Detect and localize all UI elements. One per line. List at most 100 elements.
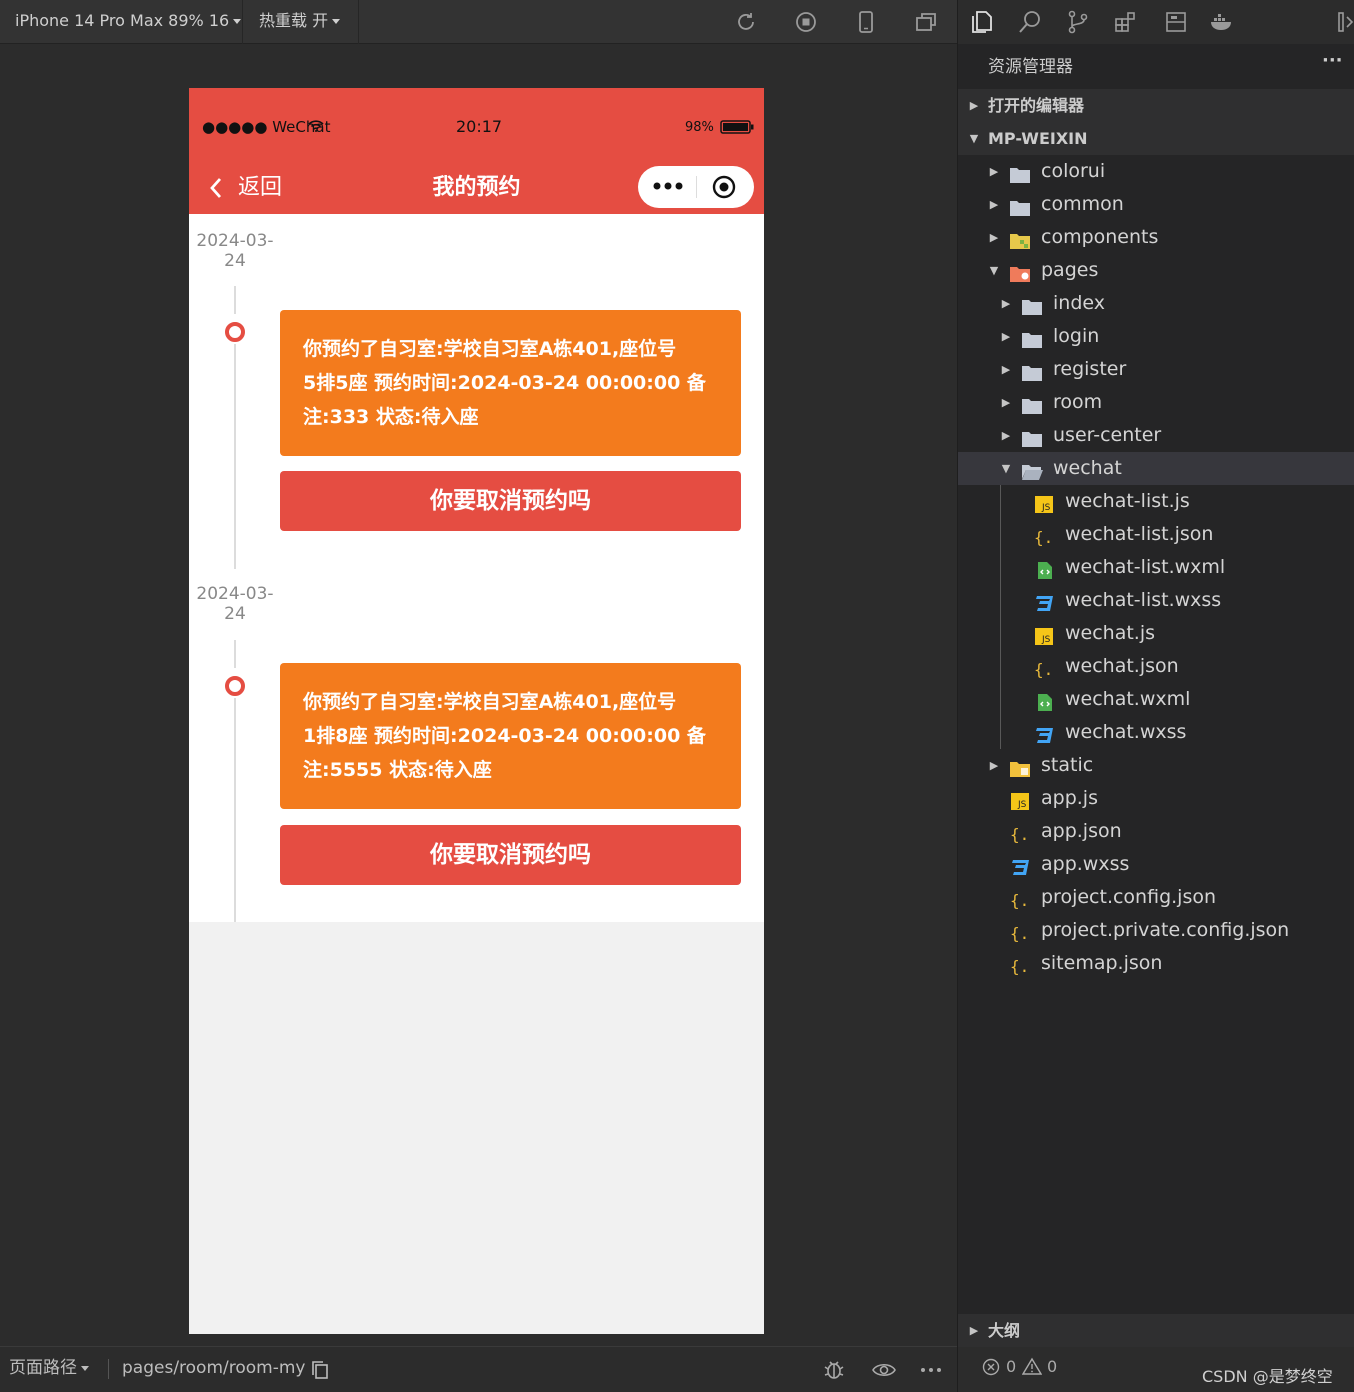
tree-item-user-center[interactable]: ▶ user-center <box>958 419 1354 452</box>
chevron-down-icon <box>233 19 242 24</box>
warning-icon[interactable] <box>1022 1357 1042 1375</box>
pages-folder-icon <box>1009 261 1031 282</box>
storage-icon[interactable] <box>1163 9 1189 35</box>
tree-item-app-js[interactable]: JS app.js <box>958 782 1354 815</box>
close-miniprogram-icon[interactable] <box>712 175 736 199</box>
reservation-card: 你预约了自习室:学校自习室A栋401,座位号 5排5座 预约时间:2024-03… <box>280 310 741 456</box>
json-file-icon: {..} <box>1009 888 1049 910</box>
tree-item-wechat-js[interactable]: JS wechat.js <box>958 617 1354 650</box>
copy-icon[interactable] <box>311 1360 329 1380</box>
chevron-down-icon[interactable]: ▼ <box>988 254 1000 287</box>
tree-item-colorui[interactable]: ▶ colorui <box>958 155 1354 188</box>
eye-icon[interactable] <box>871 1361 897 1379</box>
folder-icon <box>1009 162 1031 183</box>
timeline-dot <box>225 322 245 342</box>
cancel-reservation-button[interactable]: 你要取消预约吗 <box>280 825 741 885</box>
error-count: 0 <box>1006 1357 1017 1376</box>
tree-item-wechat-list-wxml[interactable]: wechat-list.wxml <box>958 551 1354 584</box>
tree-item-pages[interactable]: ▼ pages <box>958 254 1354 287</box>
warning-count: 0 <box>1047 1357 1058 1376</box>
wxss-file-icon <box>1033 723 1055 743</box>
chevron-right-icon: ▶ <box>969 99 979 112</box>
cancel-reservation-button[interactable]: 你要取消预约吗 <box>280 471 741 531</box>
svg-text:JS: JS <box>1041 503 1051 513</box>
outline-section[interactable]: ▶ 大纲 <box>958 1314 1354 1347</box>
json-file-icon: {..} <box>1033 525 1073 547</box>
tree-item-wechat-wxml[interactable]: wechat.wxml <box>958 683 1354 716</box>
docker-icon[interactable] <box>1209 9 1235 35</box>
tree-item-sitemap-json[interactable]: {..} sitemap.json <box>958 947 1354 980</box>
hot-reload-toggle[interactable]: 热重载 开 <box>259 11 341 31</box>
chevron-right-icon[interactable]: ▶ <box>988 221 1000 254</box>
tree-item-wechat-list-wxss[interactable]: wechat-list.wxss <box>958 584 1354 617</box>
chevron-right-icon[interactable]: ▶ <box>988 188 1000 221</box>
tree-item-login[interactable]: ▶ login <box>958 320 1354 353</box>
tree-item-wechat-json[interactable]: {..} wechat.json <box>958 650 1354 683</box>
tree-item-project-config-json[interactable]: {..} project.config.json <box>958 881 1354 914</box>
tree-item-static[interactable]: ▶ static <box>958 749 1354 782</box>
date-line-2: 24 <box>224 604 246 624</box>
reservation-text-line: 5排5座 预约时间:2024-03-24 00:00:00 备 <box>303 372 706 394</box>
json-file-icon: {..} <box>1009 921 1049 943</box>
status-bar: ●●●●● WeChat 20:17 98% <box>189 88 764 164</box>
tree-item-project-private-config-json[interactable]: {..} project.private.config.json <box>958 914 1354 947</box>
chevron-right-icon[interactable]: ▶ <box>1000 386 1012 419</box>
tree-item-wechat-wxss[interactable]: wechat.wxss <box>958 716 1354 749</box>
svg-text:{..}: {..} <box>1034 660 1055 679</box>
tree-item-components[interactable]: ▶ components <box>958 221 1354 254</box>
tree-item-label: wechat-list.json <box>1065 523 1214 545</box>
chevron-right-icon[interactable]: ▶ <box>1000 287 1012 320</box>
chevron-right-icon: ▶ <box>969 1324 979 1337</box>
tree-item-label: colorui <box>1041 160 1106 182</box>
tree-item-app-json[interactable]: {..} app.json <box>958 815 1354 848</box>
capsule-menu <box>638 166 754 208</box>
explorer-more-button[interactable]: ··· <box>1322 50 1343 71</box>
chevron-down-icon[interactable]: ▼ <box>1000 452 1012 485</box>
window-icon[interactable] <box>914 10 938 34</box>
tree-item-wechat-list-js[interactable]: JS wechat-list.js <box>958 485 1354 518</box>
tree-item-label: app.wxss <box>1041 853 1130 875</box>
tree-item-index[interactable]: ▶ index <box>958 287 1354 320</box>
tree-item-label: app.json <box>1041 820 1122 842</box>
divider <box>242 0 243 44</box>
panel-toggle-icon[interactable] <box>1336 9 1354 35</box>
tree-item-wechat[interactable]: ▼ wechat <box>958 452 1354 485</box>
components-folder-icon <box>1009 228 1031 249</box>
json-file-icon: {..} <box>1033 657 1073 679</box>
error-icon[interactable] <box>982 1358 1000 1376</box>
device-selector[interactable]: iPhone 14 Pro Max 89% 16 <box>15 11 242 31</box>
tree-item-label: wechat.wxss <box>1065 721 1187 743</box>
svg-text:{..}: {..} <box>1010 957 1031 976</box>
bug-icon[interactable] <box>822 1358 846 1382</box>
chevron-right-icon[interactable]: ▶ <box>1000 353 1012 386</box>
extensions-icon[interactable] <box>1113 9 1139 35</box>
search-icon[interactable] <box>1017 9 1043 35</box>
chevron-right-icon[interactable]: ▶ <box>988 155 1000 188</box>
json-file-icon: {..} <box>1009 822 1049 844</box>
tree-item-label: wechat-list.wxss <box>1065 589 1222 611</box>
tree-item-label: pages <box>1041 259 1099 281</box>
phone-icon[interactable] <box>854 10 878 34</box>
project-section[interactable]: ▼ MP-WEIXIN <box>958 122 1354 155</box>
refresh-icon[interactable] <box>734 10 758 34</box>
tree-item-common[interactable]: ▶ common <box>958 188 1354 221</box>
chevron-right-icon[interactable]: ▶ <box>1000 320 1012 353</box>
chevron-right-icon[interactable]: ▶ <box>988 749 1000 782</box>
tree-item-wechat-list-json[interactable]: {..} wechat-list.json <box>958 518 1354 551</box>
page-path-value: pages/room/room-my <box>122 1358 306 1378</box>
stop-icon[interactable] <box>794 10 818 34</box>
open-editors-section[interactable]: ▶ 打开的编辑器 <box>958 89 1354 122</box>
tree-item-room[interactable]: ▶ room <box>958 386 1354 419</box>
page-path-selector[interactable]: 页面路径 <box>9 1357 89 1379</box>
tree-item-label: app.js <box>1041 787 1098 809</box>
chevron-right-icon[interactable]: ▶ <box>1000 419 1012 452</box>
tree-item-register[interactable]: ▶ register <box>958 353 1354 386</box>
reservation-text-line: 你预约了自习室:学校自习室A栋401,座位号 <box>303 338 677 360</box>
explorer-title: 资源管理器 <box>988 57 1073 77</box>
files-icon[interactable] <box>969 9 995 35</box>
svg-text:{..}: {..} <box>1010 891 1031 910</box>
more-icon[interactable] <box>920 1367 942 1373</box>
more-dots-icon[interactable] <box>652 181 684 191</box>
source-control-icon[interactable] <box>1065 9 1091 35</box>
tree-item-app-wxss[interactable]: app.wxss <box>958 848 1354 881</box>
